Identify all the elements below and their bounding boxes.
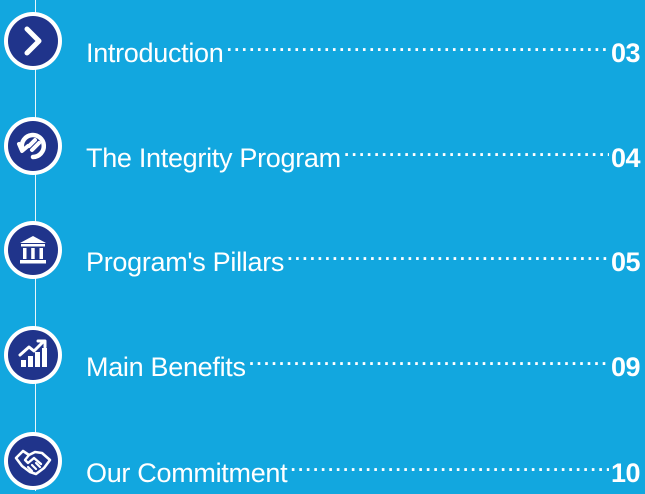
toc-entry-introduction[interactable]: Introduction 03 xyxy=(0,12,645,74)
dot-leader xyxy=(343,127,609,167)
table-of-contents: Introduction 03 The Integrity Program 04 xyxy=(0,0,645,491)
toc-entry-program-pillars[interactable]: Program's Pillars 05 xyxy=(0,221,645,283)
toc-entry-page: 10 xyxy=(610,458,641,488)
toc-entry-integrity-program[interactable]: The Integrity Program 04 xyxy=(0,117,645,179)
dot-leader xyxy=(289,442,609,482)
badge-ring xyxy=(4,432,62,490)
toc-entry-title: Program's Pillars xyxy=(86,247,285,277)
dot-leader xyxy=(226,22,609,62)
growth-chart-icon xyxy=(8,330,58,380)
toc-entry-title: Our Commitment xyxy=(86,458,288,488)
badge-ring xyxy=(4,12,62,70)
dot-leader xyxy=(286,231,609,271)
toc-entry-title: Introduction xyxy=(86,38,224,68)
badge-ring xyxy=(4,221,62,279)
toc-entry-our-commitment[interactable]: Our Commitment 10 xyxy=(0,432,645,494)
toc-entry-title: Main Benefits xyxy=(86,352,246,382)
refresh-icon xyxy=(8,121,58,171)
chevron-right-icon xyxy=(8,16,58,66)
pillars-icon xyxy=(8,225,58,275)
toc-entry-page: 09 xyxy=(610,352,641,382)
badge-ring xyxy=(4,117,62,175)
dot-leader xyxy=(248,336,609,376)
toc-entry-page: 03 xyxy=(610,38,641,68)
toc-entry-title: The Integrity Program xyxy=(86,143,341,173)
handshake-icon xyxy=(8,436,58,486)
badge-ring xyxy=(4,326,62,384)
toc-entry-page: 05 xyxy=(610,247,641,277)
toc-entry-main-benefits[interactable]: Main Benefits 09 xyxy=(0,326,645,388)
toc-entry-page: 04 xyxy=(610,143,641,173)
